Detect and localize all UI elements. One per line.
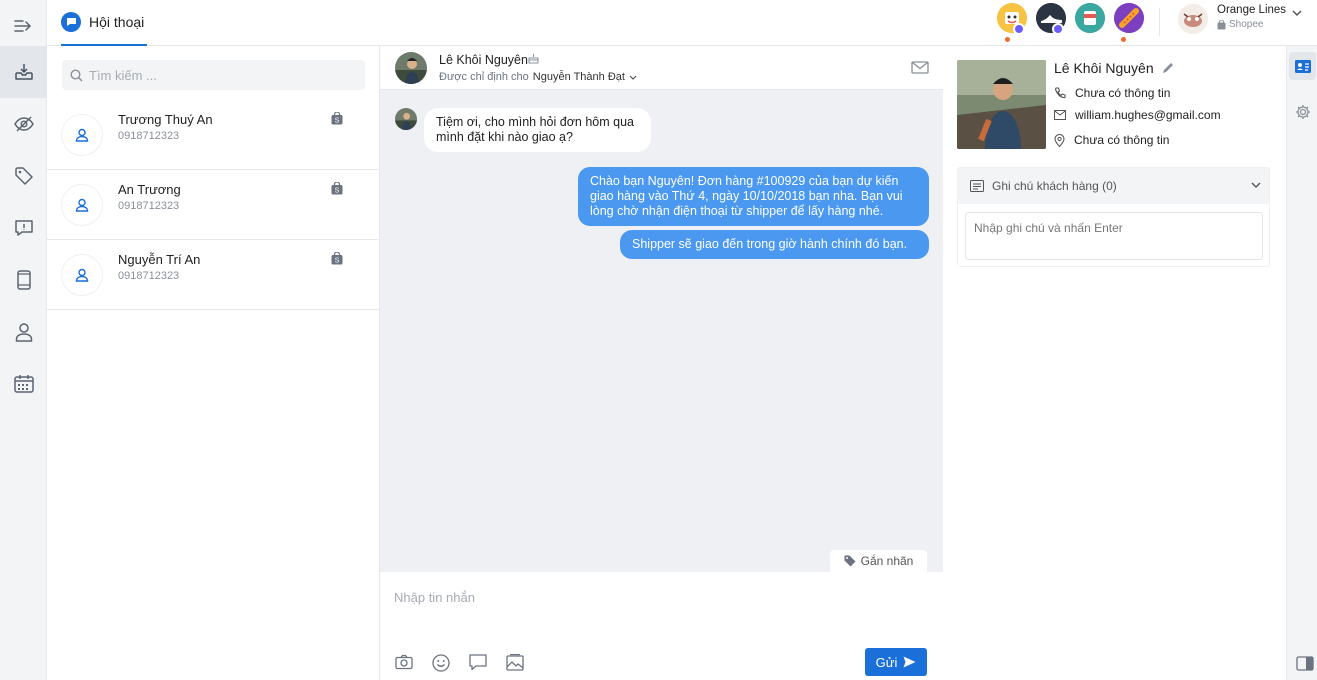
conversation-phone: 0918712323 bbox=[118, 270, 180, 282]
message-composer: Gửi bbox=[380, 572, 943, 680]
conversation-item[interactable]: An Trương 0918712323 S bbox=[47, 170, 380, 240]
right-tool-rail bbox=[1286, 46, 1317, 680]
chevron-down-icon bbox=[1251, 182, 1261, 189]
chevron-down-icon bbox=[629, 75, 637, 80]
message-input[interactable] bbox=[394, 590, 924, 630]
page-avatar-cup-icon[interactable] bbox=[1075, 3, 1105, 33]
inbox-icon[interactable] bbox=[0, 46, 47, 98]
camera-icon[interactable] bbox=[395, 654, 413, 670]
hidden-eye-icon[interactable] bbox=[0, 98, 47, 150]
customer-phone-row: Chưa có thông tin bbox=[1054, 86, 1170, 100]
email-icon bbox=[1054, 110, 1066, 120]
messenger-badge-icon bbox=[1052, 23, 1064, 35]
add-label-text: Gắn nhãn bbox=[860, 554, 914, 568]
conversation-phone: 0918712323 bbox=[118, 200, 180, 212]
customer-icon[interactable] bbox=[0, 306, 47, 358]
settings-gear-icon[interactable] bbox=[1295, 104, 1311, 120]
mail-icon[interactable] bbox=[911, 61, 929, 74]
avatar bbox=[61, 184, 103, 226]
conversation-phone: 0918712323 bbox=[118, 130, 180, 142]
avatar bbox=[61, 254, 103, 296]
header-divider bbox=[1159, 8, 1160, 36]
mobile-icon[interactable] bbox=[0, 254, 47, 306]
outgoing-message: Chào bạn Nguyên! Đơn hàng #100929 của bạ… bbox=[578, 167, 929, 226]
customer-email-row: william.hughes@gmail.com bbox=[1054, 108, 1221, 122]
shopee-bag-icon: S bbox=[331, 182, 343, 195]
customer-address-row: Chưa có thông tin bbox=[1054, 133, 1169, 147]
customer-name: Lê Khôi Nguyên bbox=[1054, 60, 1154, 76]
customer-name-row: Lê Khôi Nguyên bbox=[1054, 60, 1174, 76]
avatar bbox=[61, 114, 103, 156]
assigned-prefix: Được chỉ định cho bbox=[439, 71, 529, 83]
chat-bubble-icon bbox=[61, 12, 81, 32]
tab-label: Hội thoại bbox=[89, 14, 145, 30]
conversation-name: An Trương bbox=[118, 182, 181, 197]
conversation-item[interactable]: Trương Thuý An 0918712323 S bbox=[47, 100, 380, 170]
customer-profile: Lê Khôi Nguyên Chưa có thông tin william… bbox=[944, 46, 1286, 680]
customer-address: Chưa có thông tin bbox=[1074, 133, 1170, 147]
feedback-icon[interactable] bbox=[0, 202, 47, 254]
contact-avatar[interactable] bbox=[395, 52, 427, 84]
tab-conversations[interactable]: Hội thoại bbox=[61, 0, 147, 46]
search-icon bbox=[70, 68, 83, 82]
account-avatar[interactable] bbox=[1178, 4, 1208, 34]
account-name: Orange Lines bbox=[1217, 4, 1287, 16]
conversation-item[interactable]: Nguyễn Trí An 0918712323 S bbox=[47, 240, 380, 310]
account-dropdown-icon[interactable] bbox=[1292, 10, 1302, 17]
customer-email: william.hughes@gmail.com bbox=[1075, 108, 1221, 122]
send-arrow-icon bbox=[903, 656, 916, 668]
account-channel-label: Shopee bbox=[1229, 19, 1264, 30]
edit-pencil-icon[interactable] bbox=[1162, 62, 1174, 74]
location-pin-icon bbox=[1054, 133, 1065, 147]
conversation-name: Nguyễn Trí An bbox=[118, 252, 201, 267]
account-channel: Shopee bbox=[1217, 19, 1263, 30]
notes-icon bbox=[970, 180, 984, 192]
tag-icon bbox=[844, 555, 856, 567]
image-icon[interactable] bbox=[506, 654, 524, 671]
notes-input[interactable] bbox=[965, 212, 1263, 260]
contact-card-icon[interactable] bbox=[1289, 52, 1316, 80]
message-area: Tiệm ơi, cho mình hỏi đơn hôm qua mình đ… bbox=[380, 90, 943, 572]
svg-text:S: S bbox=[335, 188, 340, 195]
shopee-bag-icon: S bbox=[331, 252, 343, 265]
customer-phone: Chưa có thông tin bbox=[1075, 86, 1171, 100]
assignment-row[interactable]: Được chỉ định cho Nguyễn Thành Đạt bbox=[439, 71, 637, 83]
search-input[interactable] bbox=[89, 67, 349, 83]
unread-dot bbox=[1005, 37, 1010, 42]
birthday-cake-icon bbox=[528, 53, 539, 64]
collapse-arrow-icon[interactable] bbox=[0, 0, 47, 52]
customer-photo bbox=[957, 60, 1046, 149]
assigned-agent: Nguyễn Thành Đạt bbox=[532, 71, 625, 83]
conversation-list: Trương Thuý An 0918712323 S An Trương 09… bbox=[47, 46, 380, 680]
quick-reply-icon[interactable] bbox=[469, 654, 487, 671]
svg-text:S: S bbox=[335, 258, 340, 265]
svg-text:S: S bbox=[335, 118, 340, 125]
chat-panel: Lê Khôi Nguyên Được chỉ định cho Nguyễn … bbox=[380, 46, 943, 680]
notes-header[interactable]: Ghi chú khách hàng (0) bbox=[958, 168, 1269, 204]
tag-icon[interactable] bbox=[0, 150, 47, 202]
chat-header: Lê Khôi Nguyên Được chỉ định cho Nguyễn … bbox=[380, 46, 943, 90]
incoming-message: Tiệm ơi, cho mình hỏi đơn hôm qua mình đ… bbox=[424, 108, 651, 152]
calendar-icon[interactable] bbox=[0, 358, 47, 410]
notes-title: Ghi chú khách hàng (0) bbox=[992, 179, 1117, 193]
add-label-button[interactable]: Gắn nhãn bbox=[830, 550, 927, 572]
shopee-bag-icon bbox=[1217, 19, 1226, 30]
phone-icon bbox=[1054, 87, 1066, 99]
emoji-icon[interactable] bbox=[432, 654, 450, 672]
messenger-badge-icon bbox=[1013, 23, 1025, 35]
outgoing-message: Shipper sẽ giao đến trong giờ hành chính… bbox=[620, 230, 929, 259]
customer-notes: Ghi chú khách hàng (0) bbox=[957, 167, 1270, 267]
shopee-bag-icon: S bbox=[331, 112, 343, 125]
contact-avatar-small bbox=[395, 108, 417, 130]
nav-rail bbox=[0, 0, 47, 680]
unread-dot bbox=[1121, 37, 1126, 42]
search-box[interactable] bbox=[62, 60, 365, 90]
top-header: Hội thoại Orange Lines Shopee bbox=[47, 0, 1317, 46]
page-avatar-purple-icon[interactable] bbox=[1114, 3, 1144, 33]
send-button[interactable]: Gửi bbox=[865, 648, 927, 676]
panel-toggle-icon[interactable] bbox=[1296, 656, 1314, 671]
send-label: Gửi bbox=[875, 654, 898, 670]
contact-name: Lê Khôi Nguyên bbox=[439, 53, 528, 67]
conversation-name: Trương Thuý An bbox=[118, 112, 213, 127]
